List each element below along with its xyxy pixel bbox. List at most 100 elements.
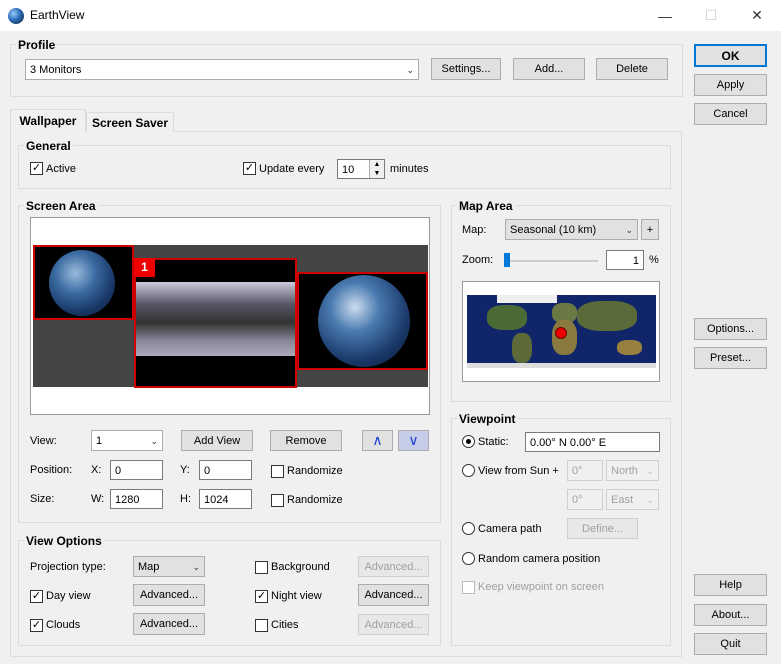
add-view-button[interactable]: Add View bbox=[181, 430, 253, 451]
keep-viewpoint-label: Keep viewpoint on screen bbox=[478, 581, 604, 593]
view-select[interactable]: 1 ⌄ bbox=[91, 430, 163, 451]
size-h-input[interactable]: 1024 bbox=[199, 489, 252, 509]
zoom-slider-track[interactable] bbox=[505, 260, 598, 262]
active-checkbox[interactable]: ✓ bbox=[30, 162, 43, 175]
profile-select[interactable]: 3 Monitors ⌄ bbox=[25, 59, 419, 80]
clouds-label: Clouds bbox=[46, 619, 81, 631]
projection-type-value: Map bbox=[138, 561, 160, 573]
earth-globe-image bbox=[318, 275, 410, 367]
profile-settings-button[interactable]: Settings... bbox=[431, 58, 501, 80]
zoom-label: Zoom: bbox=[462, 254, 494, 266]
sun-latitude-input[interactable]: 0° bbox=[567, 460, 603, 481]
update-interval-spinner[interactable]: ▲ ▼ bbox=[369, 160, 384, 178]
earth-map-image bbox=[136, 282, 295, 356]
minimize-icon[interactable]: — bbox=[642, 0, 688, 31]
randomize-size-checkbox[interactable] bbox=[271, 494, 284, 507]
screen-area-title: Screen Area bbox=[24, 199, 98, 213]
move-up-button[interactable]: ∧ bbox=[362, 430, 393, 451]
size-label: Size: bbox=[30, 493, 55, 505]
preset-button[interactable]: Preset... bbox=[694, 347, 767, 369]
camera-path-radio[interactable] bbox=[462, 522, 475, 535]
w-label: W: bbox=[91, 493, 105, 505]
position-y-input[interactable]: 0 bbox=[199, 460, 252, 480]
chevron-up-icon: ∧ bbox=[372, 432, 383, 448]
zoom-value: 1 bbox=[632, 255, 639, 267]
sun-latitude-direction-select[interactable]: North ⌄ bbox=[606, 460, 659, 481]
projection-type-select[interactable]: Map ⌄ bbox=[133, 556, 205, 577]
options-button[interactable]: Options... bbox=[694, 318, 767, 340]
y-label: Y: bbox=[180, 464, 190, 476]
monitor-number-badge: 1 bbox=[134, 258, 155, 277]
randomize-position-checkbox[interactable] bbox=[271, 465, 284, 478]
monitor-center[interactable] bbox=[134, 258, 297, 388]
profile-delete-button[interactable]: Delete bbox=[596, 58, 668, 80]
tab-wallpaper[interactable]: Wallpaper bbox=[10, 109, 86, 132]
map-label: Map: bbox=[462, 224, 487, 236]
night-view-label: Night view bbox=[271, 590, 322, 602]
zoom-slider-thumb[interactable] bbox=[504, 253, 510, 267]
random-camera-radio[interactable] bbox=[462, 552, 475, 565]
viewpoint-title: Viewpoint bbox=[457, 412, 518, 426]
zoom-input[interactable]: 1 bbox=[606, 250, 644, 270]
remove-view-button[interactable]: Remove bbox=[270, 430, 342, 451]
help-button[interactable]: Help bbox=[694, 574, 767, 596]
static-coords-input[interactable]: 0.00° N 0.00° E bbox=[525, 432, 660, 452]
map-select[interactable]: Seasonal (10 km) ⌄ bbox=[505, 219, 638, 240]
night-view-advanced-button[interactable]: Advanced... bbox=[358, 584, 429, 606]
define-camera-path-button[interactable]: Define... bbox=[567, 518, 638, 539]
update-checkbox[interactable]: ✓ bbox=[243, 162, 256, 175]
monitor-right[interactable] bbox=[297, 272, 428, 370]
move-down-button[interactable]: ∨ bbox=[398, 430, 429, 451]
chevron-down-icon: ⌄ bbox=[192, 562, 200, 572]
view-label: View: bbox=[30, 435, 57, 447]
view-from-sun-radio[interactable] bbox=[462, 464, 475, 477]
keep-viewpoint-checkbox[interactable] bbox=[462, 581, 475, 594]
profile-add-button[interactable]: Add... bbox=[513, 58, 585, 80]
randomize-size-label: Randomize bbox=[287, 494, 343, 506]
size-w-input[interactable]: 1280 bbox=[110, 489, 163, 509]
tab-screen-saver[interactable]: Screen Saver bbox=[86, 112, 174, 132]
background-advanced-button[interactable]: Advanced... bbox=[358, 556, 429, 577]
background-checkbox[interactable] bbox=[255, 561, 268, 574]
static-radio[interactable] bbox=[462, 435, 475, 448]
clouds-advanced-button[interactable]: Advanced... bbox=[133, 613, 205, 635]
cities-checkbox[interactable] bbox=[255, 619, 268, 632]
map-select-value: Seasonal (10 km) bbox=[510, 224, 597, 236]
night-view-checkbox[interactable]: ✓ bbox=[255, 590, 268, 603]
zoom-unit-label: % bbox=[649, 254, 659, 266]
apply-button[interactable]: Apply bbox=[694, 74, 767, 96]
chevron-down-icon: ⌄ bbox=[406, 65, 414, 75]
day-view-label: Day view bbox=[46, 590, 91, 602]
sun-longitude-direction-value: East bbox=[611, 494, 634, 506]
position-x-input[interactable]: 0 bbox=[110, 460, 163, 480]
static-label: Static: bbox=[478, 436, 509, 448]
background-label: Background bbox=[271, 561, 330, 573]
about-button[interactable]: About... bbox=[694, 604, 767, 626]
maximize-icon[interactable]: ☐ bbox=[688, 0, 734, 31]
map-preview[interactable] bbox=[462, 281, 660, 382]
cities-advanced-button[interactable]: Advanced... bbox=[358, 614, 429, 635]
close-icon[interactable]: ✕ bbox=[734, 0, 780, 31]
h-label: H: bbox=[180, 493, 191, 505]
map-add-button[interactable]: + bbox=[641, 219, 659, 240]
day-view-checkbox[interactable]: ✓ bbox=[30, 590, 43, 603]
window-title: EarthView bbox=[30, 8, 85, 22]
quit-button[interactable]: Quit bbox=[694, 633, 767, 655]
sun-longitude-input[interactable]: 0° bbox=[567, 489, 603, 510]
clouds-checkbox[interactable]: ✓ bbox=[30, 619, 43, 632]
cancel-button[interactable]: Cancel bbox=[694, 103, 767, 125]
size-h-value: 1024 bbox=[204, 494, 229, 506]
earth-app-icon bbox=[8, 8, 24, 24]
profile-title: Profile bbox=[16, 38, 58, 52]
camera-path-label: Camera path bbox=[478, 523, 542, 535]
sun-longitude-direction-select[interactable]: East ⌄ bbox=[606, 489, 659, 510]
day-view-advanced-button[interactable]: Advanced... bbox=[133, 584, 205, 606]
view-select-value: 1 bbox=[96, 435, 103, 447]
earth-globe-image bbox=[49, 250, 115, 316]
viewpoint-marker-icon bbox=[555, 327, 567, 339]
map-area-title: Map Area bbox=[457, 199, 515, 213]
view-options-title: View Options bbox=[24, 534, 104, 548]
monitor-left[interactable] bbox=[33, 245, 134, 320]
ok-button[interactable]: OK bbox=[694, 44, 767, 67]
profile-select-value: 3 Monitors bbox=[30, 64, 82, 76]
